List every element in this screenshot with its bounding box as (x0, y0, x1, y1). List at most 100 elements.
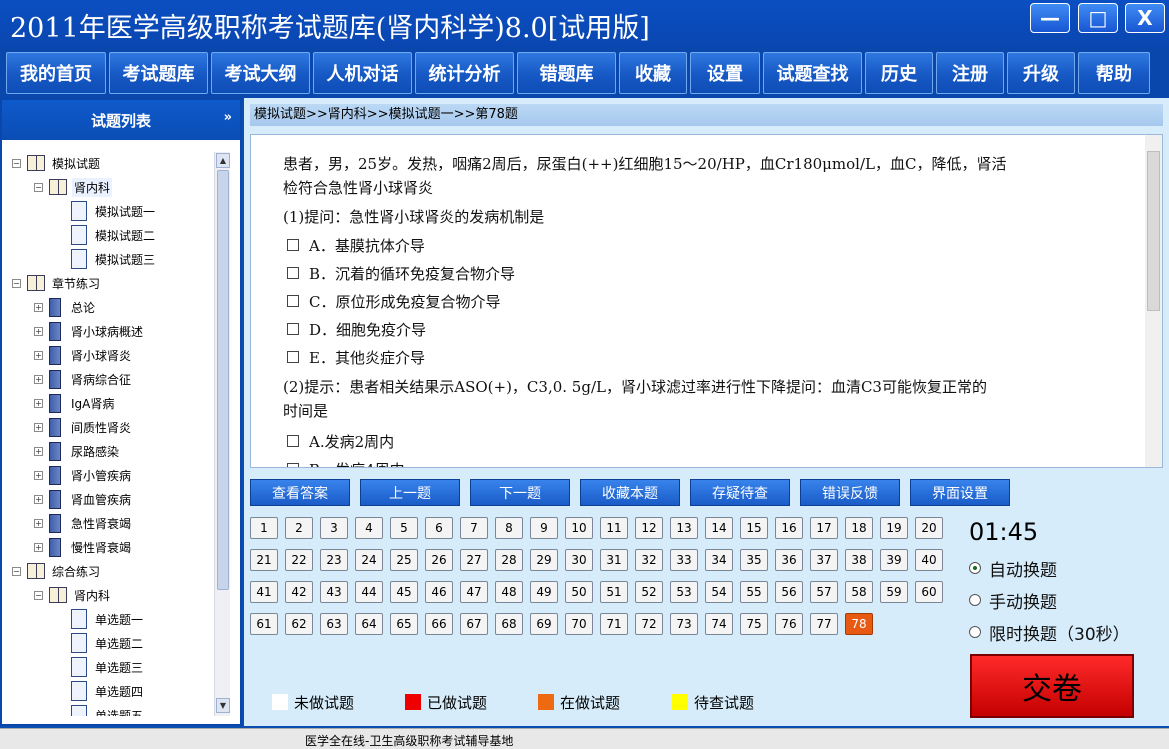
menu-settings[interactable]: 设置 (690, 52, 760, 94)
question-number-button[interactable]: 29 (530, 549, 558, 571)
expand-icon[interactable]: + (34, 447, 43, 456)
menu-search[interactable]: 试题查找 (763, 52, 862, 94)
tree-item[interactable]: 模拟试题三 (56, 248, 157, 270)
menu-dialog[interactable]: 人机对话 (313, 52, 412, 94)
menu-help[interactable]: 帮助 (1078, 52, 1150, 94)
question-number-button[interactable]: 31 (600, 549, 628, 571)
tree-item[interactable]: +IgA肾病 (34, 392, 116, 414)
question-number-button[interactable]: 13 (670, 517, 698, 539)
question-number-button[interactable]: 50 (565, 581, 593, 603)
question-number-button[interactable]: 11 (600, 517, 628, 539)
tree-item[interactable]: −模拟试题 (12, 152, 102, 174)
radio-icon[interactable] (969, 562, 981, 574)
question-number-button[interactable]: 15 (740, 517, 768, 539)
question-number-button[interactable]: 10 (565, 517, 593, 539)
question-number-button[interactable]: 72 (635, 613, 663, 635)
question-number-button[interactable]: 77 (810, 613, 838, 635)
question-number-button[interactable]: 74 (705, 613, 733, 635)
question-number-button[interactable]: 59 (880, 581, 908, 603)
tree-item[interactable]: +间质性肾炎 (34, 416, 133, 438)
expand-icon[interactable]: + (34, 399, 43, 408)
question-number-button[interactable]: 55 (740, 581, 768, 603)
question-number-button[interactable]: 20 (915, 517, 943, 539)
tree-item[interactable]: +急性肾衰竭 (34, 512, 133, 534)
mode-option[interactable]: 限时换题（30秒） (969, 621, 1130, 643)
collapse-icon[interactable]: » (224, 110, 232, 125)
tree-item[interactable]: 单选题四 (56, 680, 145, 702)
collapse-node-icon[interactable]: − (34, 591, 43, 600)
menu-upgrade[interactable]: 升级 (1007, 52, 1075, 94)
question-number-button[interactable]: 24 (355, 549, 383, 571)
question-number-button[interactable]: 22 (285, 549, 313, 571)
question-number-button[interactable]: 78 (845, 613, 873, 635)
tree-item[interactable]: 单选题五 (56, 704, 145, 716)
menu-history[interactable]: 历史 (865, 52, 933, 94)
question-number-button[interactable]: 62 (285, 613, 313, 635)
question-number-button[interactable]: 46 (425, 581, 453, 603)
menu-wrong-questions[interactable]: 错题库 (517, 52, 616, 94)
question-number-button[interactable]: 47 (460, 581, 488, 603)
expand-icon[interactable]: + (34, 495, 43, 504)
minimize-button[interactable]: — (1030, 3, 1070, 33)
question-scrollbar[interactable] (1145, 135, 1162, 467)
question-number-button[interactable]: 67 (460, 613, 488, 635)
option-checkbox[interactable] (287, 267, 299, 279)
question-number-button[interactable]: 57 (810, 581, 838, 603)
tree-item[interactable]: +肾血管疾病 (34, 488, 133, 510)
question-number-button[interactable]: 23 (320, 549, 348, 571)
question-number-button[interactable]: 25 (390, 549, 418, 571)
question-number-button[interactable]: 16 (775, 517, 803, 539)
expand-icon[interactable]: + (34, 423, 43, 432)
scroll-thumb[interactable] (217, 170, 229, 590)
question-number-button[interactable]: 30 (565, 549, 593, 571)
question-number-button[interactable]: 2 (285, 517, 313, 539)
tree-item[interactable]: +肾小球肾炎 (34, 344, 133, 366)
action-button[interactable]: 下一题 (470, 479, 570, 506)
question-number-button[interactable]: 32 (635, 549, 663, 571)
question-number-button[interactable]: 36 (775, 549, 803, 571)
q1-option[interactable]: D．细胞免疫介导 (287, 319, 426, 339)
tree-item[interactable]: −肾内科 (34, 176, 112, 198)
question-number-button[interactable]: 21 (250, 549, 278, 571)
question-number-button[interactable]: 5 (390, 517, 418, 539)
question-number-button[interactable]: 63 (320, 613, 348, 635)
question-number-button[interactable]: 52 (635, 581, 663, 603)
question-number-button[interactable]: 58 (845, 581, 873, 603)
tree-item[interactable]: −肾内科 (34, 584, 112, 606)
expand-icon[interactable]: + (34, 543, 43, 552)
tree-scrollbar[interactable]: ▲ ▼ (214, 152, 230, 716)
question-number-button[interactable]: 49 (530, 581, 558, 603)
collapse-node-icon[interactable]: − (12, 279, 21, 288)
question-number-button[interactable]: 69 (530, 613, 558, 635)
action-button[interactable]: 收藏本题 (580, 479, 680, 506)
q1-option[interactable]: C．原位形成免疫复合物介导 (287, 291, 500, 311)
radio-icon[interactable] (969, 594, 981, 606)
q1-option[interactable]: B．沉着的循环免疫复合物介导 (287, 263, 515, 283)
mode-option[interactable]: 手动换题 (969, 589, 1057, 611)
question-number-button[interactable]: 76 (775, 613, 803, 635)
action-button[interactable]: 界面设置 (910, 479, 1010, 506)
mode-option[interactable]: 自动换题 (969, 557, 1057, 579)
menu-syllabus[interactable]: 考试大纲 (211, 52, 310, 94)
question-number-button[interactable]: 38 (845, 549, 873, 571)
question-number-button[interactable]: 18 (845, 517, 873, 539)
tree-item[interactable]: 单选题一 (56, 608, 145, 630)
collapse-node-icon[interactable]: − (34, 183, 43, 192)
menu-question-bank[interactable]: 考试题库 (109, 52, 208, 94)
question-number-button[interactable]: 54 (705, 581, 733, 603)
question-number-button[interactable]: 26 (425, 549, 453, 571)
maximize-button[interactable]: □ (1078, 3, 1118, 33)
question-number-button[interactable]: 70 (565, 613, 593, 635)
question-number-button[interactable]: 6 (425, 517, 453, 539)
scroll-down-icon[interactable]: ▼ (216, 698, 230, 713)
question-number-button[interactable]: 12 (635, 517, 663, 539)
question-scroll-thumb[interactable] (1147, 151, 1160, 311)
question-number-button[interactable]: 33 (670, 549, 698, 571)
question-number-button[interactable]: 17 (810, 517, 838, 539)
q2-option[interactable]: B．发病4周内 (287, 459, 405, 468)
tree-item[interactable]: +尿路感染 (34, 440, 121, 462)
question-number-button[interactable]: 68 (495, 613, 523, 635)
question-number-button[interactable]: 66 (425, 613, 453, 635)
tree-item[interactable]: −综合练习 (12, 560, 102, 582)
action-button[interactable]: 存疑待查 (690, 479, 790, 506)
